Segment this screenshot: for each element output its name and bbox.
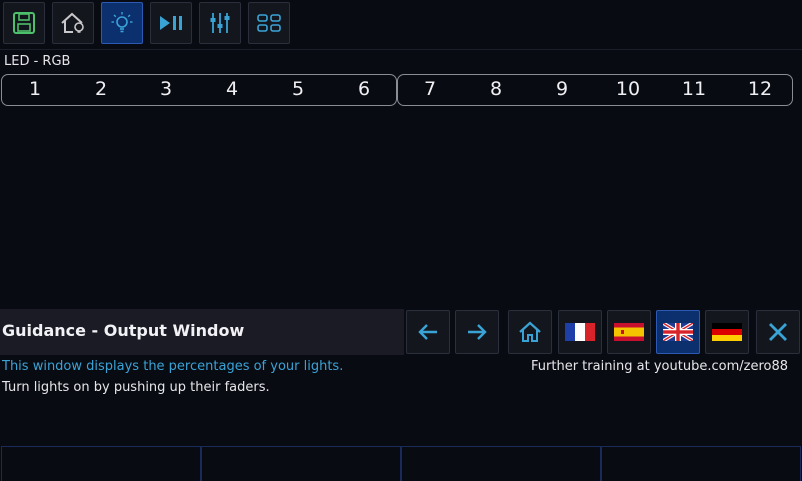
layout-button[interactable] — [248, 2, 290, 44]
guidance-back-button[interactable] — [406, 310, 450, 354]
guidance-home-button[interactable] — [508, 310, 552, 354]
language-spanish-button[interactable] — [607, 310, 651, 354]
channel-11[interactable]: 11 — [674, 78, 714, 100]
bulb-icon — [111, 12, 133, 33]
footer-slot-1[interactable] — [1, 446, 201, 481]
arrow-right-icon — [468, 324, 487, 340]
playback-button[interactable] — [150, 2, 192, 44]
channel-10[interactable]: 10 — [608, 78, 648, 100]
guidance-close-button[interactable] — [756, 310, 800, 354]
guidance-forward-button[interactable] — [455, 310, 499, 354]
flag-germany-icon — [712, 323, 742, 341]
channel-8[interactable]: 8 — [476, 78, 516, 100]
home-lights-button[interactable] — [52, 2, 94, 44]
close-icon — [769, 323, 787, 341]
toolbar — [0, 0, 802, 50]
footer-slot-2[interactable] — [201, 446, 401, 481]
flag-france-icon — [565, 323, 595, 341]
home-bulb-icon — [61, 12, 84, 33]
faders-icon — [210, 13, 230, 33]
channel-3[interactable]: 3 — [146, 78, 186, 100]
channel-7[interactable]: 7 — [410, 78, 450, 100]
home-icon — [519, 321, 541, 342]
channel-12[interactable]: 12 — [740, 78, 780, 100]
save-icon — [13, 12, 35, 34]
channel-5[interactable]: 5 — [278, 78, 318, 100]
language-english-button[interactable] — [656, 310, 700, 354]
output-button[interactable] — [101, 2, 143, 44]
channel-group-2 — [397, 74, 793, 106]
footer-slot-4[interactable] — [601, 446, 801, 481]
guidance-description: This window displays the percentages of … — [2, 359, 344, 374]
channel-1[interactable]: 1 — [15, 78, 55, 100]
channel-6[interactable]: 6 — [344, 78, 384, 100]
play-pause-icon — [160, 16, 182, 30]
fixture-label: LED - RGB — [4, 54, 71, 69]
footer-slot-3[interactable] — [401, 446, 601, 481]
channel-group-1 — [1, 74, 397, 106]
save-button[interactable] — [3, 2, 45, 44]
language-french-button[interactable] — [558, 310, 602, 354]
channel-2[interactable]: 2 — [81, 78, 121, 100]
guidance-instruction: Turn lights on by pushing up their fader… — [2, 380, 270, 395]
language-german-button[interactable] — [705, 310, 749, 354]
flag-spain-icon — [614, 323, 644, 341]
training-link[interactable]: Further training at youtube.com/zero88 — [531, 359, 788, 374]
flag-uk-icon — [663, 323, 693, 341]
layout-icon — [257, 14, 281, 32]
channel-4[interactable]: 4 — [212, 78, 252, 100]
channel-9[interactable]: 9 — [542, 78, 582, 100]
arrow-left-icon — [418, 324, 437, 340]
guidance-title: Guidance - Output Window — [2, 321, 245, 340]
faders-button[interactable] — [199, 2, 241, 44]
